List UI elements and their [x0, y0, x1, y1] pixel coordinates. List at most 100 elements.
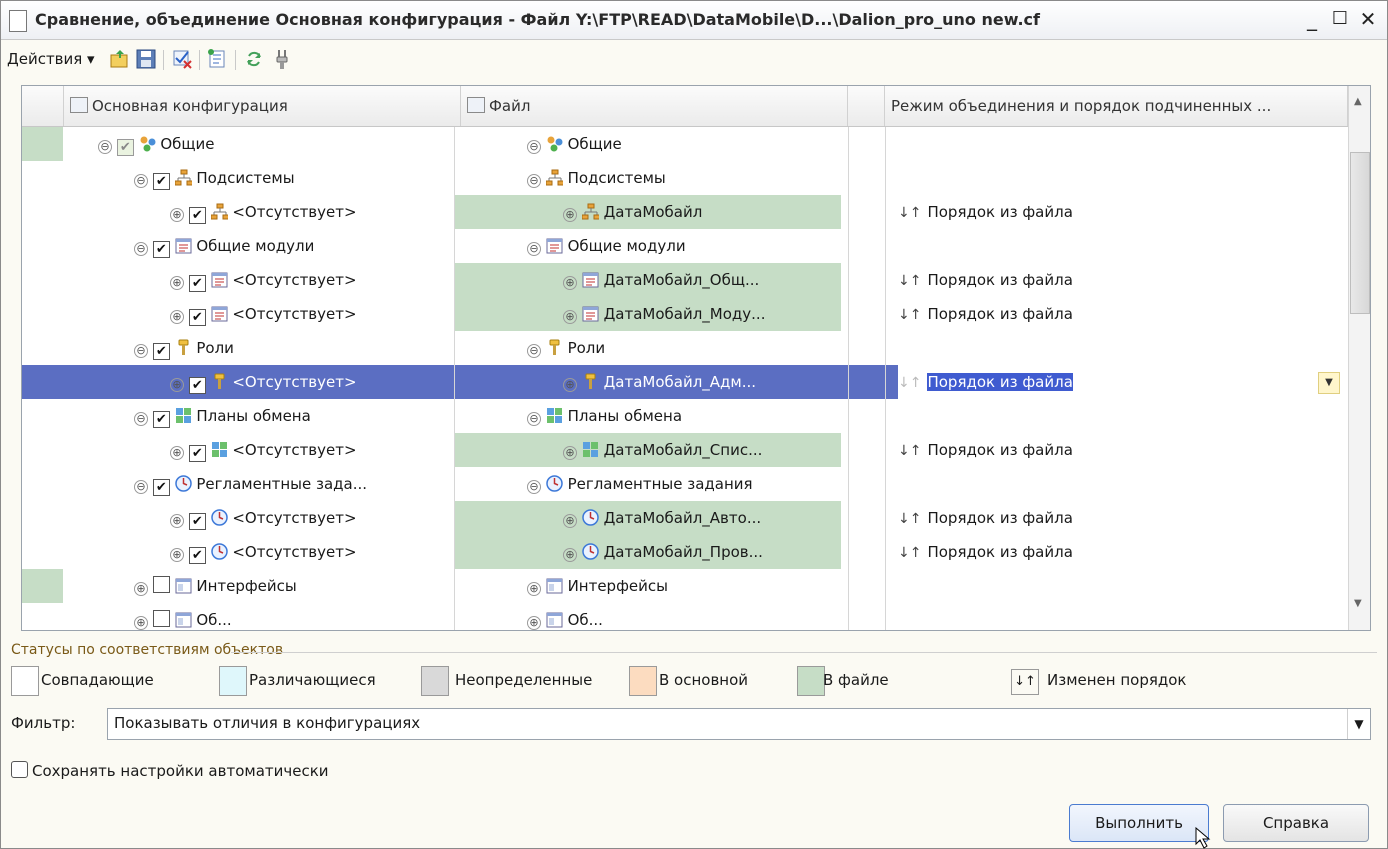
- expand-toggle-icon[interactable]: ⊖: [527, 480, 541, 494]
- include-checkbox[interactable]: ✔: [188, 275, 206, 292]
- expand-toggle-icon[interactable]: ⊕: [563, 446, 577, 460]
- expand-toggle-icon[interactable]: ⊖: [527, 242, 541, 256]
- autosave-checkbox[interactable]: Сохранять настройки автоматически: [11, 761, 329, 780]
- file-cell[interactable]: ⊖ Регламентные задания: [455, 467, 841, 501]
- merge-mode-cell[interactable]: ↓↑ Порядок из файла: [898, 535, 1348, 569]
- merge-mode-cell[interactable]: ↓↑ Порядок из файла: [898, 297, 1348, 331]
- file-cell[interactable]: ⊖ Планы обмена: [455, 399, 841, 433]
- file-cell[interactable]: ⊕ ДатаМобайл_Пров...: [455, 535, 841, 569]
- main-config-cell[interactable]: ⊕ ✔ <Отсутствует>: [170, 501, 454, 535]
- open-icon[interactable]: [109, 48, 131, 70]
- merge-mode-cell[interactable]: [898, 603, 1348, 630]
- merge-mode-cell[interactable]: [898, 569, 1348, 603]
- tree-row[interactable]: ⊕ ✔ <Отсутствует> ⊕ ДатаМобайл_Общ... ↓↑ По…: [22, 263, 1348, 297]
- include-checkbox[interactable]: ✔: [188, 513, 206, 530]
- merge-mode-cell[interactable]: ↓↑ Порядок из файла: [898, 195, 1348, 229]
- main-config-cell[interactable]: ⊖ ✔ Общие модули: [134, 229, 454, 263]
- expand-toggle-icon[interactable]: ⊖: [527, 344, 541, 358]
- include-checkbox[interactable]: ✔: [116, 139, 134, 156]
- expand-toggle-icon[interactable]: ⊕: [170, 208, 184, 222]
- main-config-cell[interactable]: ⊕ ✔ <Отсутствует>: [170, 365, 454, 399]
- include-checkbox[interactable]: ✔: [152, 343, 170, 360]
- tree-icon[interactable]: [207, 48, 229, 70]
- expand-toggle-icon[interactable]: ⊕: [170, 446, 184, 460]
- expand-toggle-icon[interactable]: ⊕: [170, 548, 184, 562]
- include-checkbox[interactable]: ✔: [188, 207, 206, 224]
- expand-toggle-icon[interactable]: ⊖: [98, 140, 112, 154]
- include-checkbox[interactable]: ✔: [152, 173, 170, 190]
- help-button[interactable]: Справка: [1223, 804, 1369, 842]
- expand-toggle-icon[interactable]: ⊕: [527, 582, 541, 596]
- header-main-config[interactable]: Основная конфигурация: [64, 86, 461, 126]
- main-config-cell[interactable]: ⊕ Об...: [134, 603, 454, 630]
- tree-row[interactable]: ⊖ ✔ Общие ⊖ Общие: [22, 127, 1348, 161]
- filter-select[interactable]: Показывать отличия в конфигурациях ▼: [107, 708, 1371, 740]
- tree-row[interactable]: ⊕ ✔ <Отсутствует> ⊕ ДатаМобайл_Адм... ↓↑ По…: [22, 365, 1348, 399]
- expand-toggle-icon[interactable]: ⊖: [527, 412, 541, 426]
- tree-row[interactable]: ⊖ ✔ Общие модули ⊖ Общие модули: [22, 229, 1348, 263]
- close-button[interactable]: ✕: [1355, 6, 1381, 32]
- file-cell[interactable]: ⊖ Общие: [455, 127, 841, 161]
- expand-toggle-icon[interactable]: ⊕: [563, 548, 577, 562]
- tree-row[interactable]: ⊕ ✔ <Отсутствует> ⊕ ДатаМобайл_Авто... ↓↑ П…: [22, 501, 1348, 535]
- main-config-cell[interactable]: ⊕ Интерфейсы: [134, 569, 454, 603]
- file-cell[interactable]: ⊕ ДатаМобайл_Адм...: [455, 365, 841, 399]
- main-config-cell[interactable]: ⊖ ✔ Общие: [98, 127, 454, 161]
- mode-dropdown-icon[interactable]: ▼: [1318, 372, 1340, 394]
- include-checkbox[interactable]: ✔: [152, 241, 170, 258]
- expand-toggle-icon[interactable]: ⊖: [134, 344, 148, 358]
- merge-mode-cell[interactable]: ↓↑ Порядок из файла: [898, 501, 1348, 535]
- comparison-tree-grid[interactable]: Основная конфигурация Файл Режим объедин…: [21, 85, 1371, 631]
- tree-row[interactable]: ⊖ ✔ Роли ⊖ Роли: [22, 331, 1348, 365]
- file-cell[interactable]: ⊖ Роли: [455, 331, 841, 365]
- file-cell[interactable]: ⊕ ДатаМобайл_Авто...: [455, 501, 841, 535]
- header-file[interactable]: Файл: [461, 86, 848, 126]
- tree-row[interactable]: ⊕ Об... ⊕ Об...: [22, 603, 1348, 630]
- merge-mode-cell[interactable]: [898, 467, 1348, 501]
- expand-toggle-icon[interactable]: ⊕: [563, 514, 577, 528]
- file-cell[interactable]: ⊕ ДатаМобайл_Моду...: [455, 297, 841, 331]
- mark-icon[interactable]: [171, 48, 193, 70]
- expand-toggle-icon[interactable]: ⊕: [170, 276, 184, 290]
- include-checkbox[interactable]: ✔: [188, 377, 206, 394]
- expand-toggle-icon[interactable]: ⊕: [563, 310, 577, 324]
- file-cell[interactable]: ⊕ ДатаМобайл: [455, 195, 841, 229]
- file-cell[interactable]: ⊖ Общие модули: [455, 229, 841, 263]
- scrollbar-thumb[interactable]: [1350, 152, 1370, 314]
- merge-mode-cell[interactable]: ↓↑ Порядок из файла: [898, 263, 1348, 297]
- expand-toggle-icon[interactable]: ⊕: [527, 616, 541, 630]
- file-cell[interactable]: ⊕ Интерфейсы: [455, 569, 841, 603]
- vertical-scrollbar[interactable]: ▲ ▼: [1348, 86, 1370, 630]
- main-config-cell[interactable]: ⊕ ✔ <Отсутствует>: [170, 433, 454, 467]
- minimize-button[interactable]: _: [1299, 6, 1325, 32]
- file-cell[interactable]: ⊕ Об...: [455, 603, 841, 630]
- header-merge-mode[interactable]: Режим объединения и порядок подчиненных …: [885, 86, 1348, 126]
- expand-toggle-icon[interactable]: ⊕: [170, 378, 184, 392]
- save-icon[interactable]: [135, 48, 157, 70]
- main-config-cell[interactable]: ⊕ ✔ <Отсутствует>: [170, 263, 454, 297]
- include-checkbox[interactable]: ✔: [188, 445, 206, 462]
- main-config-cell[interactable]: ⊖ ✔ Роли: [134, 331, 454, 365]
- expand-toggle-icon[interactable]: ⊖: [134, 242, 148, 256]
- expand-toggle-icon[interactable]: ⊖: [134, 412, 148, 426]
- tree-row[interactable]: ⊖ ✔ Регламентные зада... ⊖ Регламентные з…: [22, 467, 1348, 501]
- main-config-cell[interactable]: ⊕ ✔ <Отсутствует>: [170, 195, 454, 229]
- refresh-icon[interactable]: [243, 48, 265, 70]
- include-checkbox[interactable]: ✔: [152, 411, 170, 428]
- scroll-down-icon[interactable]: ▼: [1354, 598, 1362, 609]
- settings-icon[interactable]: [271, 48, 293, 70]
- scroll-up-icon[interactable]: ▲: [1354, 96, 1362, 107]
- file-cell[interactable]: ⊕ ДатаМобайл_Спис...: [455, 433, 841, 467]
- tree-row[interactable]: ⊖ ✔ Подсистемы ⊖ Подсистемы: [22, 161, 1348, 195]
- expand-toggle-icon[interactable]: ⊕: [563, 276, 577, 290]
- tree-row[interactable]: ⊕ ✔ <Отсутствует> ⊕ ДатаМобайл_Моду... ↓↑ П…: [22, 297, 1348, 331]
- main-config-cell[interactable]: ⊕ ✔ <Отсутствует>: [170, 535, 454, 569]
- actions-menu-button[interactable]: Действия ▾: [7, 50, 95, 68]
- maximize-button[interactable]: ☐: [1327, 6, 1353, 32]
- include-checkbox[interactable]: ✔: [152, 479, 170, 496]
- expand-toggle-icon[interactable]: ⊖: [527, 140, 541, 154]
- run-button[interactable]: Выполнить: [1069, 804, 1209, 842]
- main-config-cell[interactable]: ⊖ ✔ Подсистемы: [134, 161, 454, 195]
- expand-toggle-icon[interactable]: ⊕: [170, 514, 184, 528]
- expand-toggle-icon[interactable]: ⊕: [563, 208, 577, 222]
